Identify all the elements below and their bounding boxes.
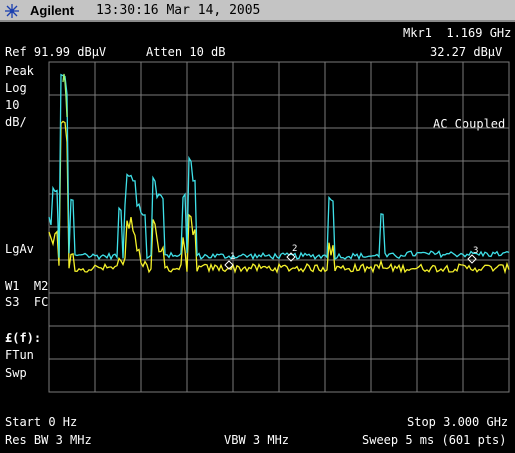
timestamp: 13:30:16 Mar 14, 2005 bbox=[96, 3, 260, 18]
video-bandwidth: VBW 3 MHz bbox=[224, 433, 290, 447]
agilent-spark-icon bbox=[5, 4, 19, 18]
date-text: Mar 14, 2005 bbox=[166, 3, 261, 18]
time-text: 13:30:16 bbox=[96, 3, 159, 18]
start-frequency: Start 0 Hz bbox=[5, 415, 78, 429]
marker-number: 3 bbox=[473, 246, 478, 256]
marker-number: 2 bbox=[292, 244, 297, 254]
analyzer-screen: Mkr1 1.169 GHz Ref 91.99 dBμV Atten 10 d… bbox=[0, 22, 515, 453]
title-bar: Agilent 13:30:16 Mar 14, 2005 bbox=[0, 0, 515, 22]
marker-diamond bbox=[467, 254, 477, 264]
marker-number: 1 bbox=[230, 252, 235, 262]
brand-name: Agilent bbox=[30, 3, 75, 18]
sweep-time: Sweep 5 ms (601 pts) bbox=[362, 433, 507, 447]
resolution-bandwidth: Res BW 3 MHz bbox=[5, 433, 92, 447]
spectrum-display: 1 2 3 bbox=[48, 61, 510, 393]
stop-frequency: Stop 3.000 GHz bbox=[407, 415, 509, 429]
